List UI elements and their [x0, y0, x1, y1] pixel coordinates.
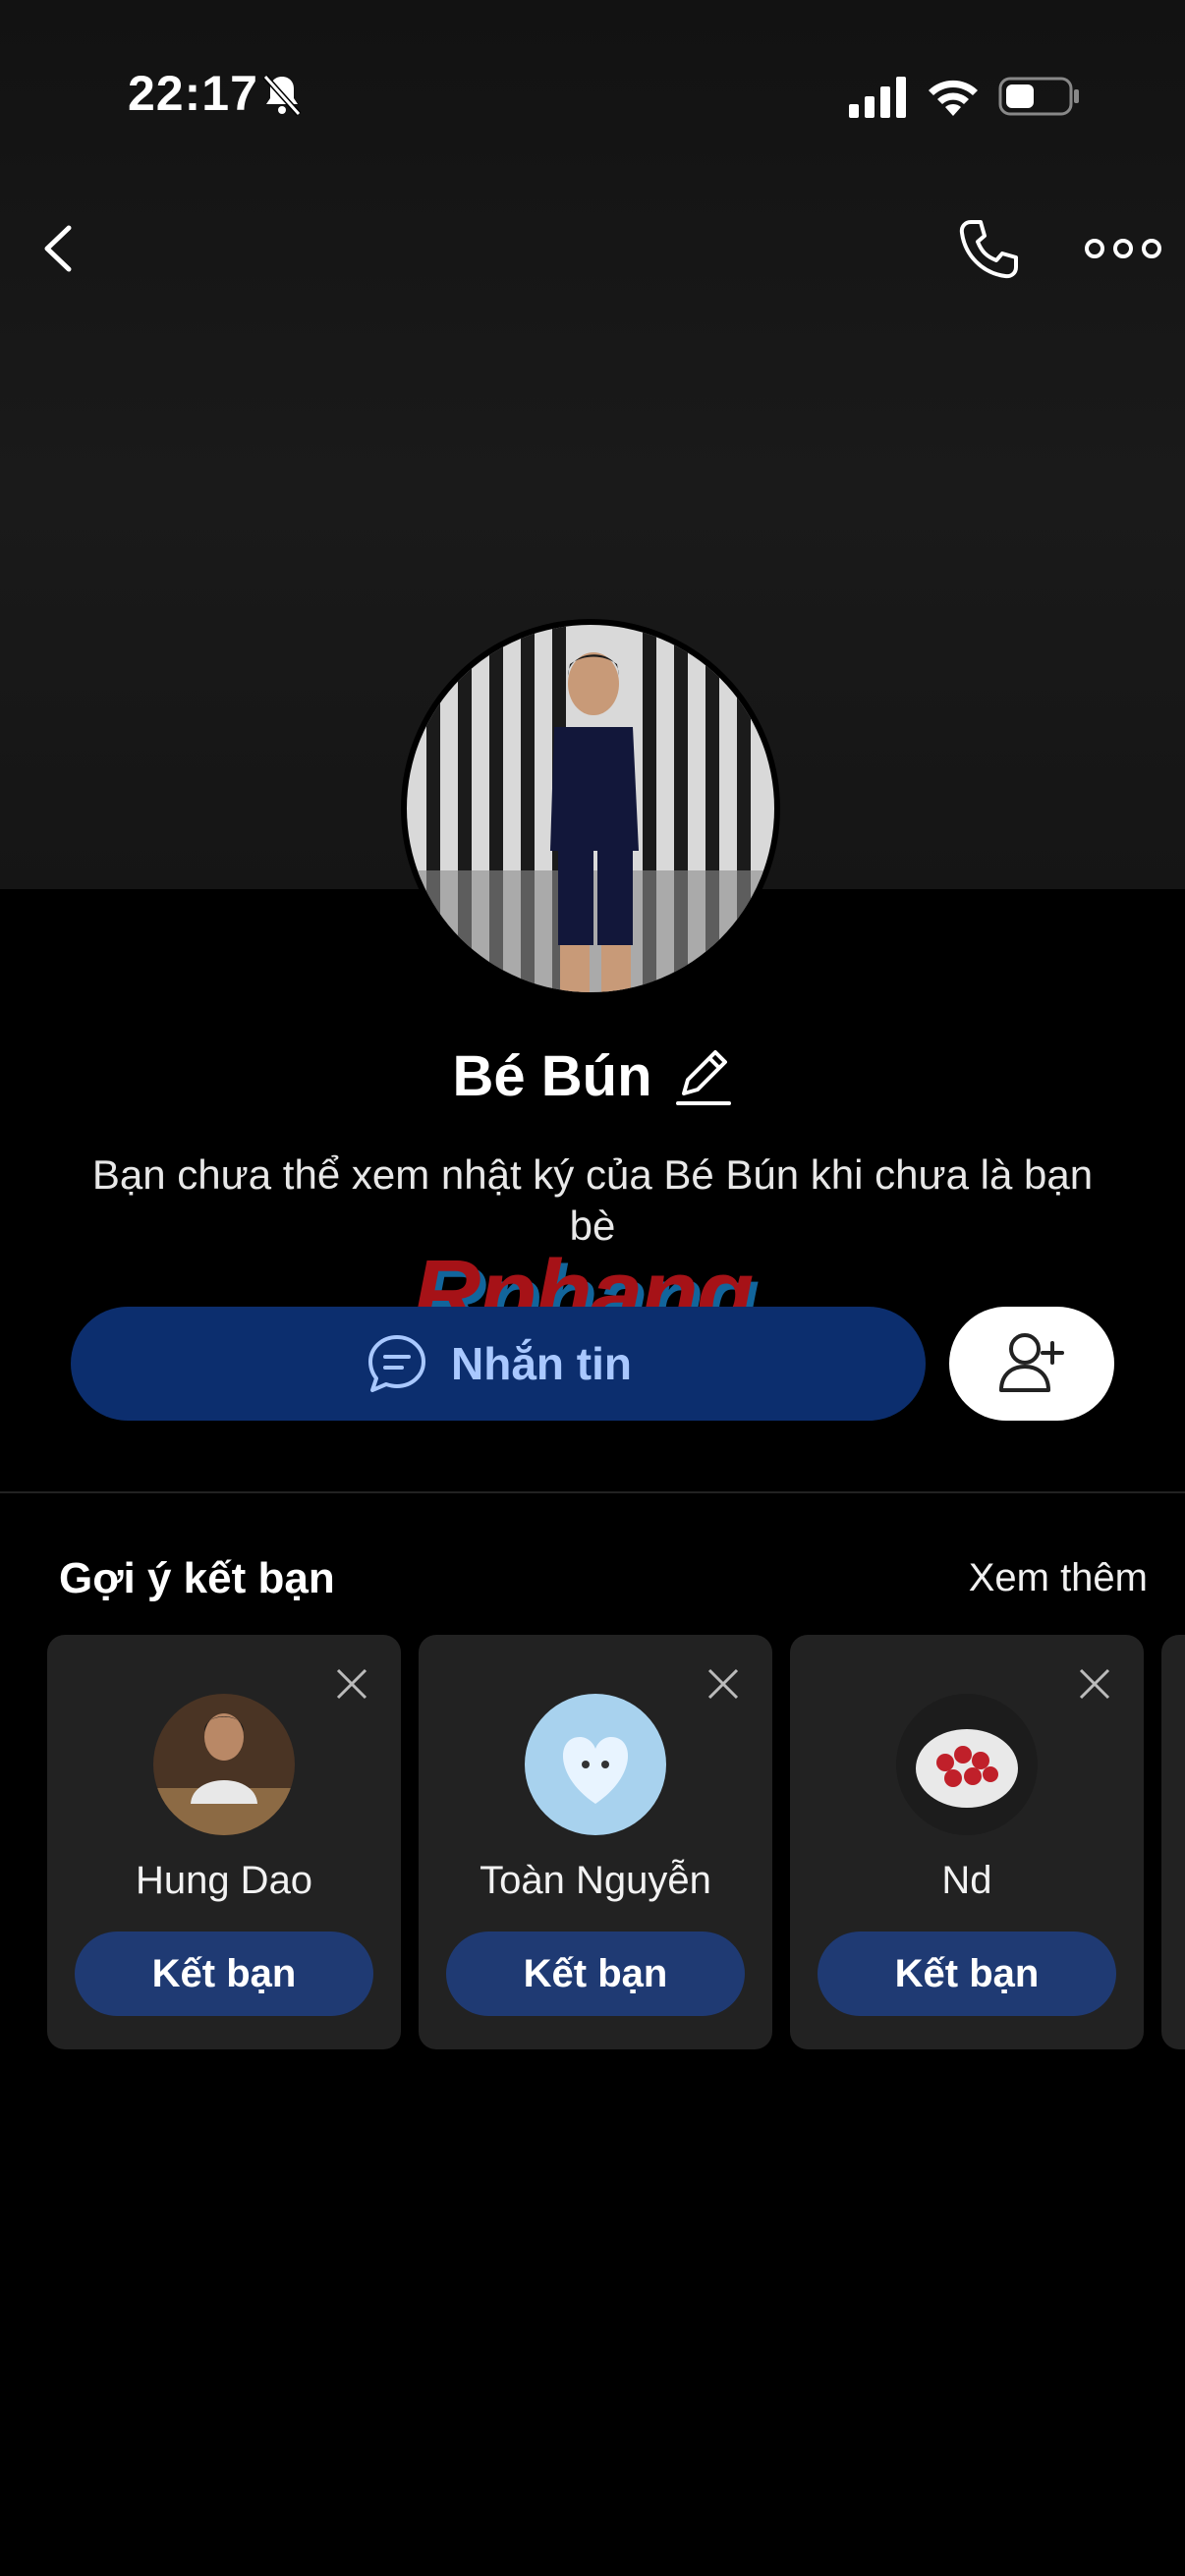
top-nav	[0, 196, 1185, 305]
close-icon[interactable]	[704, 1664, 743, 1704]
suggestion-card[interactable]: Nd Kết bạn	[790, 1635, 1144, 2049]
add-friend-button[interactable]	[949, 1307, 1114, 1421]
suggestion-avatar[interactable]	[896, 1694, 1038, 1835]
status-bar: 22:17	[0, 0, 1185, 147]
message-button-label: Nhắn tin	[451, 1338, 632, 1389]
privacy-notice: Bạn chưa thể xem nhật ký của Bé Bún khi …	[91, 1151, 1094, 1249]
more-icon[interactable]	[1081, 216, 1165, 281]
signal-icon	[849, 77, 906, 118]
profile-name: Bé Bún	[452, 1043, 652, 1108]
message-button[interactable]: Nhắn tin	[71, 1307, 926, 1421]
profile-avatar[interactable]	[401, 619, 780, 998]
suggestion-card[interactable]: Toàn Nguyễn Kết bạn	[419, 1635, 772, 2049]
suggestion-card[interactable]	[1161, 1635, 1185, 2049]
add-friend-card-button[interactable]: Kết bạn	[446, 1932, 745, 2016]
suggestion-card[interactable]: Hung Dao Kết bạn	[47, 1635, 401, 2049]
add-friend-card-button[interactable]: Kết bạn	[75, 1932, 373, 2016]
profile-name-row: Bé Bún	[0, 1032, 1185, 1120]
avatar-photo	[407, 625, 774, 992]
see-more-link[interactable]: Xem thêm	[969, 1556, 1148, 1600]
back-icon[interactable]	[28, 216, 92, 281]
add-friend-card-button[interactable]: Kết bạn	[818, 1932, 1116, 2016]
suggestion-cards: Hung Dao Kết bạn Toàn Nguyễn Kết bạn Nd …	[47, 1635, 1185, 2049]
suggestion-avatar[interactable]	[525, 1694, 666, 1835]
close-icon[interactable]	[332, 1664, 371, 1704]
suggestions-title: Gợi ý kết bạn	[59, 1554, 335, 1602]
suggestion-name: Toàn Nguyễn	[480, 1859, 711, 1902]
status-time: 22:17	[128, 66, 258, 121]
bell-off-icon	[262, 74, 302, 117]
suggestion-avatar[interactable]	[153, 1694, 295, 1835]
add-user-icon	[999, 1333, 1064, 1392]
close-icon[interactable]	[1075, 1664, 1114, 1704]
section-divider	[0, 1491, 1185, 1493]
wifi-icon	[929, 80, 978, 116]
chat-bubble-icon	[368, 1335, 425, 1392]
edit-icon[interactable]	[674, 1044, 733, 1107]
suggestion-name: Hung Dao	[135, 1859, 313, 1902]
suggestion-name: Nd	[941, 1859, 992, 1902]
phone-icon[interactable]	[953, 214, 1024, 285]
battery-icon	[998, 77, 1079, 116]
